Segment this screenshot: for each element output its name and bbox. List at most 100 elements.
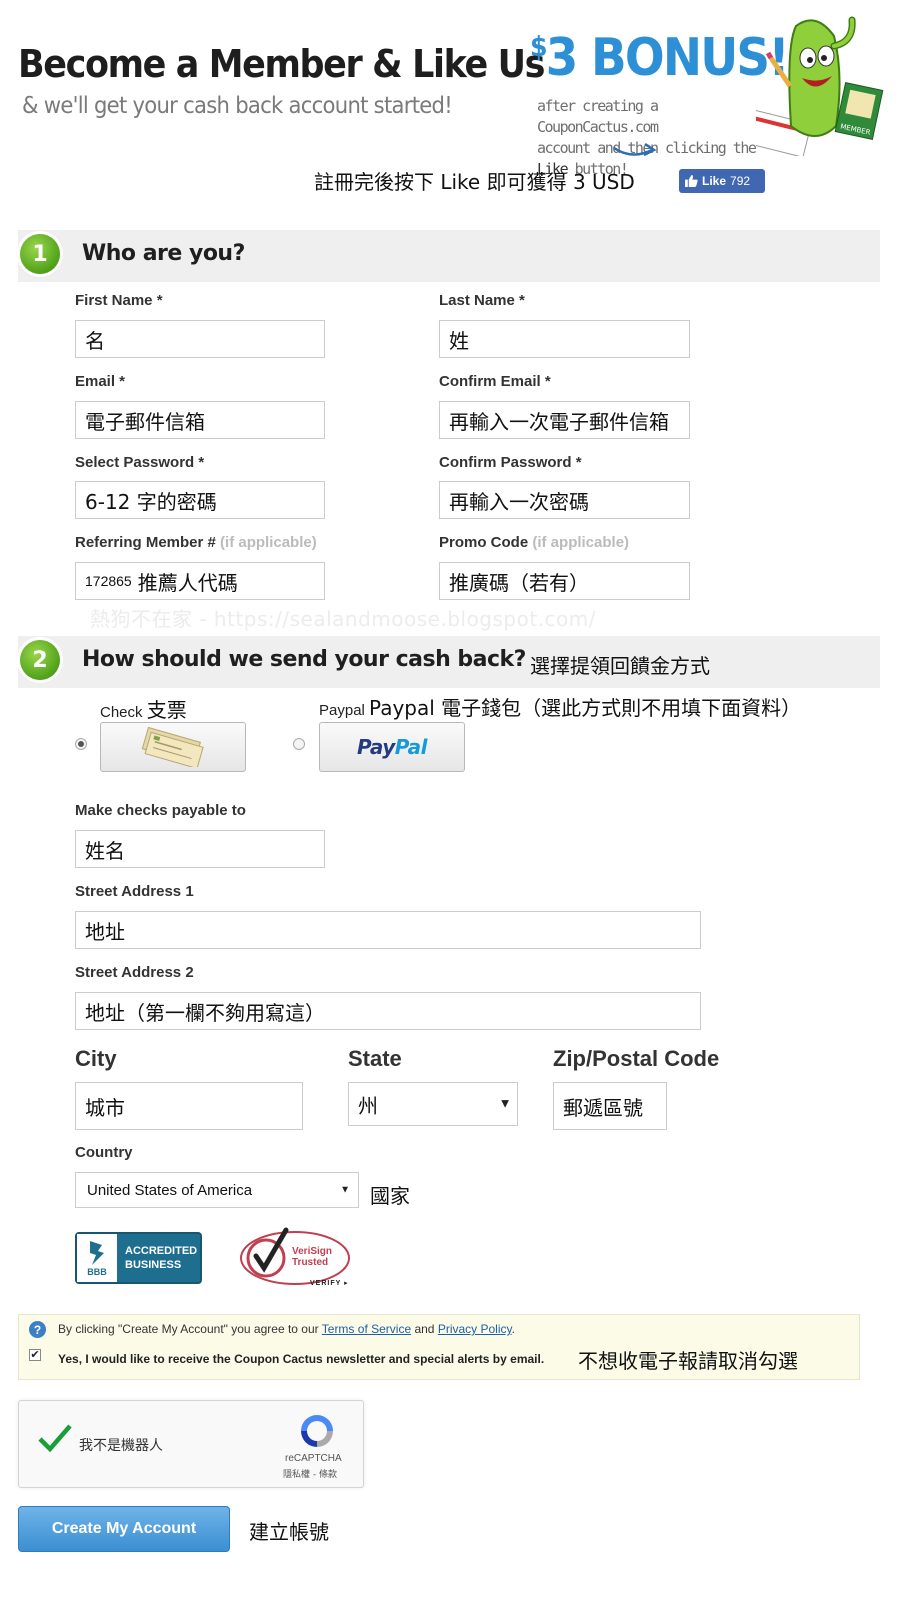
confirm-email-label: Confirm Email *	[439, 373, 551, 390]
street-address-2-input[interactable]: 地址（第一欄不夠用寫這）	[75, 992, 701, 1030]
hero-subtitle: & we'll get your cash back account start…	[22, 93, 453, 119]
payable-label: Make checks payable to	[75, 802, 246, 819]
hero-title: Become a Member & Like Us	[18, 42, 545, 86]
street-address-2-label: Street Address 2	[75, 964, 194, 981]
referring-optional-hint: (if applicable)	[220, 534, 317, 551]
country-select[interactable]: United States of America ▼	[75, 1172, 359, 1208]
verisign-line-1: VeriSign	[292, 1246, 333, 1257]
zip-input[interactable]: 郵遞區號	[553, 1082, 667, 1130]
checkmark-icon[interactable]	[37, 1423, 73, 1453]
bbb-logo-icon: BBB	[77, 1234, 117, 1282]
email-label: Email *	[75, 373, 126, 390]
check-label: Check	[100, 704, 143, 721]
password-label: Select Password *	[75, 454, 205, 471]
recaptcha-label: 我不是機器人	[79, 1438, 163, 1454]
terms-prefix: By clicking "Create My Account" you agre…	[58, 1322, 322, 1336]
check-option-label: Check 支票	[100, 694, 187, 723]
create-account-button[interactable]: Create My Account	[18, 1506, 230, 1552]
country-label: Country	[75, 1144, 133, 1161]
bonus-line-1: after creating a CouponCactus.com	[537, 97, 659, 136]
city-input[interactable]: 城市	[75, 1082, 303, 1130]
state-select[interactable]: 州 ▼	[348, 1082, 518, 1126]
state-select-value: 州	[358, 1093, 378, 1118]
section-2-title: How should we send your cash back?	[82, 647, 526, 672]
paypal-label: Paypal	[319, 702, 365, 719]
confirm-password-label: Confirm Password *	[439, 454, 582, 471]
newsletter-label: Yes, I would like to receive the Coupon …	[58, 1352, 545, 1366]
check-icon	[141, 727, 204, 767]
referring-member-value: 推薦人代碼	[137, 570, 238, 595]
paypal-option-label: Paypal Paypal 電子錢包（選此方式則不用填下面資料）	[319, 692, 801, 721]
paypal-radio[interactable]	[293, 738, 305, 750]
promo-code-input[interactable]: 推廣碼（若有）	[439, 562, 690, 600]
referring-member-input[interactable]: 172865 推薦人代碼	[75, 562, 325, 600]
terms-text: By clicking "Create My Account" you agre…	[58, 1322, 515, 1336]
step-1-badge: 1	[20, 234, 60, 274]
referring-member-number: 172865	[85, 573, 132, 589]
chevron-down-icon: ▼	[501, 1098, 509, 1110]
terms-notice: ? By clicking "Create My Account" you ag…	[18, 1314, 860, 1380]
paypal-logo-pay: Pay	[356, 735, 395, 759]
paypal-label-zh: Paypal 電子錢包（選此方式則不用填下面資料）	[369, 696, 802, 720]
facebook-like-button[interactable]: Like 792	[679, 169, 765, 193]
bbb-torch-icon	[90, 1241, 104, 1265]
first-name-label: First Name *	[75, 292, 163, 309]
confirm-email-input[interactable]: 再輸入一次電子郵件信箱	[439, 401, 690, 439]
bbb-line-1: ACCREDITED	[125, 1245, 198, 1257]
chevron-down-icon: ▼	[340, 1184, 350, 1196]
watermark: 熱狗不在家 - https://sealandmoose.blogspot.co…	[90, 607, 597, 631]
newsletter-checkbox[interactable]: ✔	[29, 1349, 41, 1361]
promo-optional-hint: (if applicable)	[532, 534, 630, 551]
referring-member-label-text: Referring Member #	[75, 534, 216, 551]
help-icon: ?	[29, 1321, 46, 1338]
recaptcha-logo-icon	[301, 1415, 333, 1447]
paypal-logo-pal: Pal	[394, 735, 428, 759]
section-1-title: Who are you?	[82, 241, 245, 266]
recaptcha-brand: reCAPTCHA	[285, 1453, 342, 1464]
country-annotation: 國家	[370, 1184, 410, 1208]
bonus-currency: $	[530, 30, 548, 63]
create-account-annotation: 建立帳號	[249, 1520, 329, 1544]
facebook-like-count: 792	[730, 174, 751, 188]
facebook-like-label: Like	[702, 174, 727, 188]
privacy-policy-link[interactable]: Privacy Policy	[438, 1322, 512, 1336]
state-label: State	[348, 1046, 402, 1071]
verisign-trusted-badge[interactable]: VeriSign Trusted VERIFY ▸	[240, 1226, 360, 1290]
verisign-verify: VERIFY ▸	[310, 1280, 349, 1287]
zip-label: Zip/Postal Code	[553, 1046, 720, 1071]
bbb-accredited-badge[interactable]: BBB ACCREDITED BUSINESS	[75, 1232, 202, 1284]
country-select-value: United States of America	[87, 1181, 253, 1199]
confirm-password-input[interactable]: 再輸入一次密碼	[439, 481, 690, 519]
terms-and: and	[411, 1322, 438, 1336]
last-name-label: Last Name *	[439, 292, 525, 309]
paypal-logo-icon: PayPal	[356, 735, 428, 759]
bbb-line-2: BUSINESS	[125, 1259, 182, 1271]
verisign-line-2: Trusted	[292, 1257, 329, 1268]
newsletter-annotation: 不想收電子報請取消勾選	[578, 1349, 798, 1373]
referring-member-label: Referring Member # (if applicable)	[75, 534, 317, 551]
payable-input[interactable]: 姓名	[75, 830, 325, 868]
thumbs-up-icon	[685, 175, 698, 187]
city-label: City	[75, 1046, 117, 1071]
last-name-input[interactable]: 姓	[439, 320, 690, 358]
paypal-method-button[interactable]: PayPal	[319, 722, 465, 772]
terms-suffix: .	[511, 1322, 515, 1336]
recaptcha-links[interactable]: 隱私權 - 條款	[283, 1467, 337, 1480]
promo-code-label-text: Promo Code	[439, 534, 529, 551]
check-method-button[interactable]	[100, 722, 246, 772]
cactus-mascot-icon: MEMBER	[756, 16, 884, 156]
street-address-1-input[interactable]: 地址	[75, 911, 701, 949]
check-label-zh: 支票	[146, 698, 187, 722]
recaptcha-widget: 我不是機器人 reCAPTCHA 隱私權 - 條款	[18, 1400, 364, 1488]
first-name-input[interactable]: 名	[75, 320, 325, 358]
terms-of-service-link[interactable]: Terms of Service	[322, 1322, 411, 1336]
bonus-headline: $3 BONUS!	[530, 28, 790, 88]
email-input[interactable]: 電子郵件信箱	[75, 401, 325, 439]
password-input[interactable]: 6-12 字的密碼	[75, 481, 325, 519]
hero-annotation: 註冊完後按下 Like 即可獲得 3 USD	[314, 170, 635, 194]
promo-code-label: Promo Code (if applicable)	[439, 534, 629, 551]
arrow-icon	[613, 142, 657, 157]
bbb-logo-text: BBB	[87, 1267, 107, 1277]
check-radio[interactable]	[75, 738, 87, 750]
section-2-annotation: 選擇提領回饋金方式	[530, 654, 710, 678]
